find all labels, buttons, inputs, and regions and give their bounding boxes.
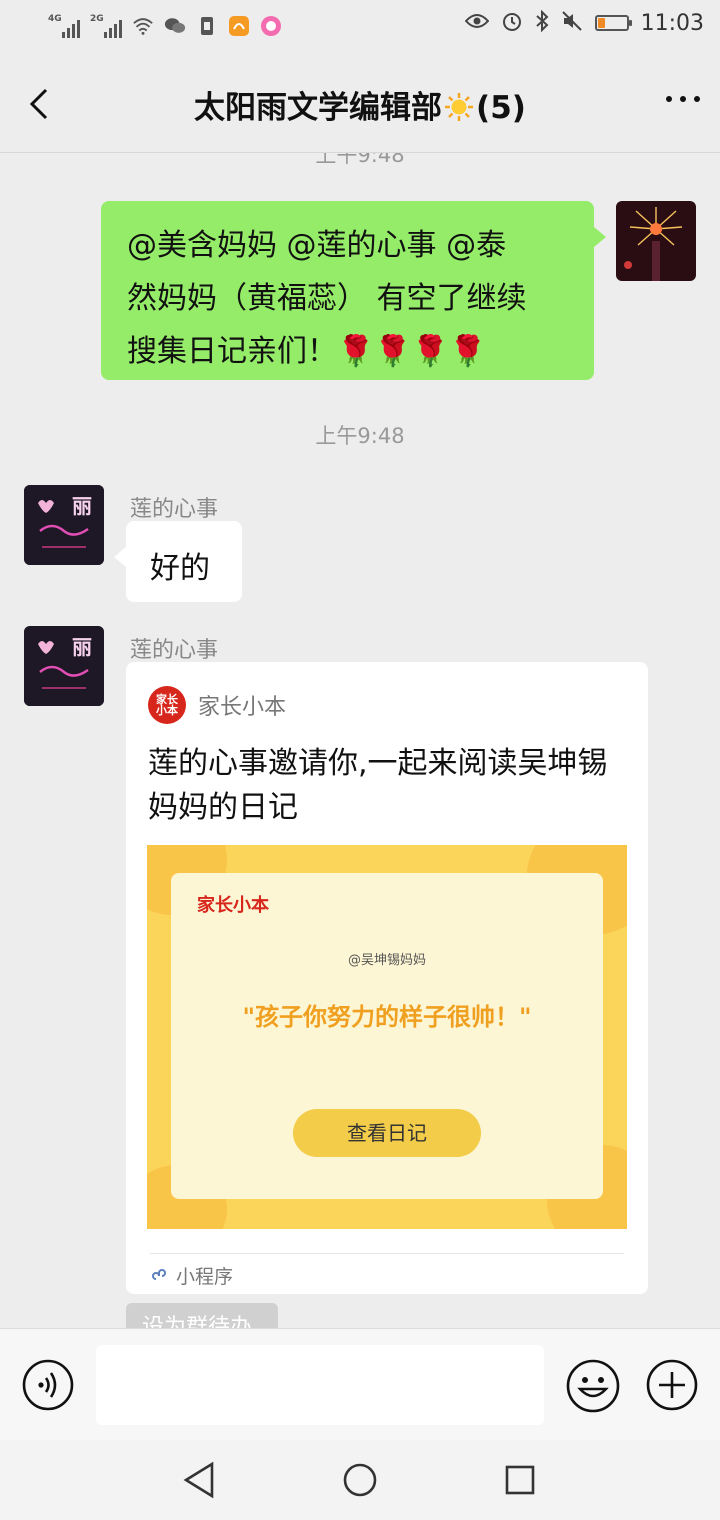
sender-avatar[interactable]: 丽 [24, 485, 104, 565]
nav-recent-icon [505, 1465, 535, 1495]
preview-quote: "孩子你努力的样子很帅！" [242, 1003, 532, 1031]
preview-logo: 家长小本 [197, 895, 269, 916]
signal-2g-icon: 2G [90, 14, 122, 38]
mini-program-card[interactable]: 家长 小本 家长小本 莲的心事邀请你,一起来阅读吴坤锡妈妈的日记 家长小本 @吴坤… [126, 662, 648, 1294]
app-badge-icon [260, 15, 282, 37]
svg-text:丽: 丽 [72, 494, 92, 518]
nav-home-button[interactable] [342, 1462, 378, 1498]
system-nav-bar [0, 1440, 720, 1520]
self-message-bubble[interactable]: @美含妈妈 @莲的心事 @泰 然妈妈（黄福蕊） 有空了继续 搜集日记亲们！🌹🌹🌹… [101, 201, 606, 380]
network-type-2: 2G [90, 14, 104, 24]
more-button[interactable] [666, 96, 700, 102]
message-input[interactable] [96, 1345, 544, 1425]
app-logo-icon: 家长 小本 [148, 686, 186, 724]
other-message-bubble[interactable]: 好的 [114, 521, 242, 602]
signal-4g-icon: 4G [48, 14, 80, 38]
eye-icon [464, 12, 489, 34]
view-diary-button: 查看日记 [293, 1109, 481, 1157]
mini-program-icon [152, 1268, 166, 1280]
self-message-line: 然妈妈（黄福蕊） 有空了继续 [127, 281, 527, 316]
nav-back-button[interactable] [182, 1460, 218, 1500]
todo-chip-label: 设为群待办 [142, 1315, 253, 1328]
status-bar: 4G 2G 11:03 [0, 0, 720, 56]
bluetooth-icon [535, 9, 549, 36]
voice-icon [22, 1359, 74, 1411]
status-left: 4G 2G [48, 14, 282, 38]
sender-avatar[interactable]: 丽 [24, 626, 104, 706]
chat-area[interactable]: 上午9:48 @美含妈妈 @莲的心事 @泰 然妈妈（黄福蕊） 有空了继续 搜集日… [0, 153, 720, 1328]
voice-button[interactable] [22, 1359, 74, 1411]
todo-chip[interactable]: 设为群待办 [126, 1303, 278, 1328]
app-name: 家长小本 [198, 695, 287, 720]
card-app-header: 家长 小本 家长小本 [148, 686, 286, 724]
self-message-line: @美含妈妈 @莲的心事 @泰 [127, 228, 507, 263]
alarm-icon [501, 10, 523, 36]
nav-home-icon [343, 1463, 377, 1497]
nav-back-icon [183, 1461, 214, 1499]
group-name: 太阳雨文学编辑部 [194, 90, 443, 126]
card-type-label: 小程序 [176, 1266, 234, 1288]
svg-text:丽: 丽 [72, 635, 92, 659]
more-functions-button[interactable] [646, 1359, 698, 1411]
battery-icon [594, 15, 632, 31]
more-icon [666, 96, 672, 102]
chat-header: 太阳雨文学编辑部 (5) [0, 56, 720, 153]
mute-icon [561, 10, 583, 36]
chat-title: 太阳雨文学编辑部 (5) [0, 82, 720, 127]
card-footer: 小程序 [150, 1262, 233, 1289]
member-count: (5) [476, 90, 526, 126]
message-text: 好的 [150, 551, 210, 586]
card-title: 莲的心事邀请你,一起来阅读吴坤锡妈妈的日记 [148, 746, 608, 825]
sender-name: 莲的心事 [130, 497, 219, 522]
nav-recent-button[interactable] [504, 1464, 536, 1496]
card-preview-image: 家长小本 @吴坤锡妈妈 "孩子你努力的样子很帅！" 查看日记 [147, 845, 627, 1229]
preview-handle: @吴坤锡妈妈 [347, 953, 426, 968]
wechat-icon [164, 15, 186, 37]
sender-name: 莲的心事 [130, 638, 219, 663]
self-avatar[interactable] [616, 201, 696, 281]
network-type-1: 4G [48, 14, 62, 24]
status-right: 11:03 [464, 9, 704, 36]
battery-level [597, 18, 606, 28]
emoji-button[interactable] [566, 1359, 620, 1413]
clock: 11:03 [640, 10, 704, 36]
diary-preview: 家长小本 @吴坤锡妈妈 "孩子你努力的样子很帅！" 查看日记 [171, 873, 603, 1199]
timestamp: 上午9:48 [315, 424, 405, 448]
timestamp-top: 上午9:48 [315, 153, 405, 167]
sun-emoji-icon [444, 92, 474, 122]
self-message-line: 搜集日记亲们！🌹🌹🌹🌹 [127, 334, 487, 369]
input-bar [0, 1328, 720, 1441]
wifi-icon [132, 15, 154, 37]
sim-icon [196, 15, 218, 37]
plus-icon [646, 1359, 698, 1411]
card-divider [150, 1253, 624, 1254]
uc-browser-icon [228, 15, 250, 37]
emoji-icon [566, 1359, 620, 1413]
